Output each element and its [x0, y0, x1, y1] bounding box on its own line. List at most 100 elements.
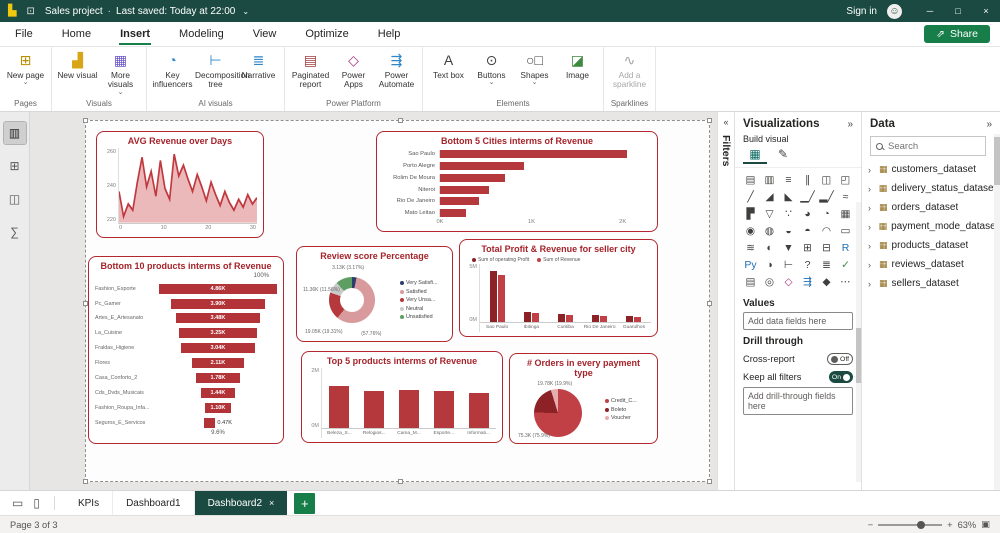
visual-review-score[interactable]: Review score Percentage 3.13K (3.17%) 11.…	[296, 246, 453, 342]
bar[interactable]	[440, 173, 505, 182]
column-bar[interactable]	[489, 270, 497, 322]
save-icon[interactable]: ⊡	[26, 6, 34, 17]
azure-map-icon[interactable]: ◓	[798, 223, 817, 239]
visual-top-5-products[interactable]: Top 5 products interms of Revenue 2M 0M Be…	[301, 351, 503, 443]
bar-row[interactable]: Niteroi	[383, 185, 641, 194]
page-tab-dashboard2[interactable]: Dashboard2 ×	[194, 490, 288, 516]
legend-item[interactable]: Satisfied	[400, 289, 446, 295]
chevron-right-icon[interactable]: ›	[868, 203, 878, 213]
menu-item-insert[interactable]: Insert	[119, 24, 152, 45]
legend-item[interactable]: Unsatisfied	[400, 314, 446, 320]
shape-map-icon[interactable]: ◒	[779, 223, 798, 239]
legend-item[interactable]: Neutral	[400, 306, 446, 312]
column-bar[interactable]	[592, 314, 600, 322]
mobile-layout-icon[interactable]: ▯	[33, 496, 40, 510]
power-automate-button[interactable]: ⇶ Power Automate	[375, 52, 418, 90]
search-input[interactable]	[888, 140, 980, 152]
selection-handle[interactable]	[83, 479, 88, 484]
kpi-icon[interactable]: ◐	[760, 240, 779, 256]
new-visual-button[interactable]: ▟ New visual	[56, 52, 99, 80]
paginated-report-button[interactable]: ▤ Paginated report	[289, 52, 332, 90]
card-icon[interactable]: ▭	[836, 223, 855, 239]
narrative-button[interactable]: ≣ Narrative	[237, 52, 280, 80]
funnel-row[interactable]: Casa_Conforto_2 1.78K	[95, 371, 277, 386]
bar[interactable]	[440, 150, 628, 159]
python-visual-icon[interactable]: Py	[741, 257, 760, 273]
pie-visual[interactable]	[534, 388, 582, 437]
line-chart-icon[interactable]: ╱	[741, 189, 760, 205]
filters-pane-collapsed[interactable]: « Filters	[717, 112, 735, 490]
power-apps-visual-icon[interactable]: ◇	[779, 274, 798, 290]
selection-handle[interactable]	[397, 479, 403, 484]
column-group[interactable]: Curitiba	[548, 264, 583, 332]
visual-bottom-5-cities[interactable]: Bottom 5 Cities interms of Revenue Sao P…	[376, 131, 658, 232]
key-influencers-button[interactable]: ◔ Key influencers	[151, 52, 194, 90]
stacked-bar-chart-icon[interactable]: ▤	[741, 172, 760, 188]
column-group[interactable]: Sao Paulo	[480, 264, 515, 332]
legend-item[interactable]: Very Unsa...	[400, 297, 446, 303]
bar[interactable]	[440, 161, 525, 170]
qa-visual-icon[interactable]: ?	[798, 257, 817, 273]
drill-through-field-well[interactable]: Add drill-through fields here	[743, 387, 853, 415]
zoom-slider[interactable]	[878, 520, 943, 529]
matrix-visual-icon[interactable]: ⊟	[817, 240, 836, 256]
funnel-row[interactable]: Pc_Gamer 3.90K	[95, 296, 277, 311]
legend-item[interactable]: Sum of operating Profit	[472, 256, 529, 264]
zoom-in-icon[interactable]: +	[947, 520, 952, 530]
column-bar[interactable]	[497, 274, 505, 322]
chevron-right-icon[interactable]: ›	[868, 279, 878, 289]
minimize-button[interactable]: ─	[916, 0, 944, 22]
arcgis-map-icon[interactable]: ◎	[760, 274, 779, 290]
data-pane-scrollbar[interactable]	[994, 134, 1000, 490]
100-stacked-column-chart-icon[interactable]: ◰	[836, 172, 855, 188]
dataset-field[interactable]: › ▦ orders_dataset	[862, 198, 1000, 217]
line-stacked-column-chart-icon[interactable]: ▂╱	[817, 189, 836, 205]
dataset-field[interactable]: › ▦ products_dataset	[862, 236, 1000, 255]
funnel-bar[interactable]: 1.10K	[204, 402, 232, 413]
page-tab-kpis[interactable]: KPIs	[65, 490, 114, 516]
bar-row[interactable]: Mato Leitao	[383, 209, 641, 218]
legend-item[interactable]: Very Satisfi...	[400, 280, 446, 286]
bar-row[interactable]: Porto Alegre	[383, 161, 641, 170]
scatter-chart-icon[interactable]: ∵	[779, 206, 798, 222]
chevron-right-icon[interactable]: ›	[868, 165, 878, 175]
funnel-bar[interactable]: 3.04K	[181, 343, 255, 354]
waterfall-chart-icon[interactable]: ▛	[741, 206, 760, 222]
ribbon-chart-icon[interactable]: ≈	[836, 189, 855, 205]
column-bar[interactable]	[600, 315, 608, 322]
funnel-row[interactable]: La_Cuisine 3.25K	[95, 326, 277, 341]
more-visuals-button[interactable]: ▦ More visuals ⌄	[99, 52, 142, 96]
column-bar[interactable]	[433, 391, 454, 428]
visualizations-scrollbar[interactable]	[856, 202, 861, 482]
selection-handle[interactable]	[83, 118, 88, 123]
decomposition-tree-visual-icon[interactable]: ⊢	[779, 257, 798, 273]
selection-handle[interactable]	[707, 301, 712, 306]
column-group[interactable]: Rio De Janeiro	[582, 264, 617, 332]
window-title[interactable]: Sales project · Last saved: Today at 22:…	[45, 6, 249, 17]
100-stacked-bar-chart-icon[interactable]: ◫	[817, 172, 836, 188]
new-page-button[interactable]: ⊞ New page ⌄	[4, 52, 47, 86]
add-page-button[interactable]: +	[294, 492, 316, 514]
custom-visual-icon[interactable]: ◆	[817, 274, 836, 290]
column-bar[interactable]	[626, 315, 634, 322]
slicer-icon[interactable]: ▼	[779, 240, 798, 256]
desktop-layout-icon[interactable]: ▭	[12, 496, 23, 510]
column-bar[interactable]	[523, 311, 531, 322]
multi-row-card-icon[interactable]: ≋	[741, 240, 760, 256]
bar[interactable]	[440, 209, 466, 218]
power-apps-button[interactable]: ◇ Power Apps	[332, 52, 375, 90]
menu-item-file[interactable]: File	[14, 24, 34, 45]
donut-chart-icon[interactable]: ◔	[817, 206, 836, 222]
search-box[interactable]	[870, 136, 986, 156]
tab-close-icon[interactable]: ×	[269, 498, 274, 508]
clustered-bar-chart-icon[interactable]: ≡	[779, 172, 798, 188]
dataset-field[interactable]: › ▦ delivery_status_dataset	[862, 179, 1000, 198]
funnel-bar[interactable]: 1.44K	[200, 387, 236, 398]
report-page[interactable]: AVG Revenue over Days 260 240 220 0 10 20 30 B…	[83, 118, 712, 484]
column[interactable]: Beleza_S...	[322, 368, 357, 438]
visual-profit-revenue-city[interactable]: Total Profit & Revenue for seller city S…	[459, 239, 658, 337]
menu-item-modeling[interactable]: Modeling	[178, 24, 225, 45]
keep-all-filters-toggle[interactable]: On	[828, 371, 853, 383]
area-chart-icon[interactable]: ◢	[760, 189, 779, 205]
r-script-visual-icon[interactable]: R	[836, 240, 855, 256]
